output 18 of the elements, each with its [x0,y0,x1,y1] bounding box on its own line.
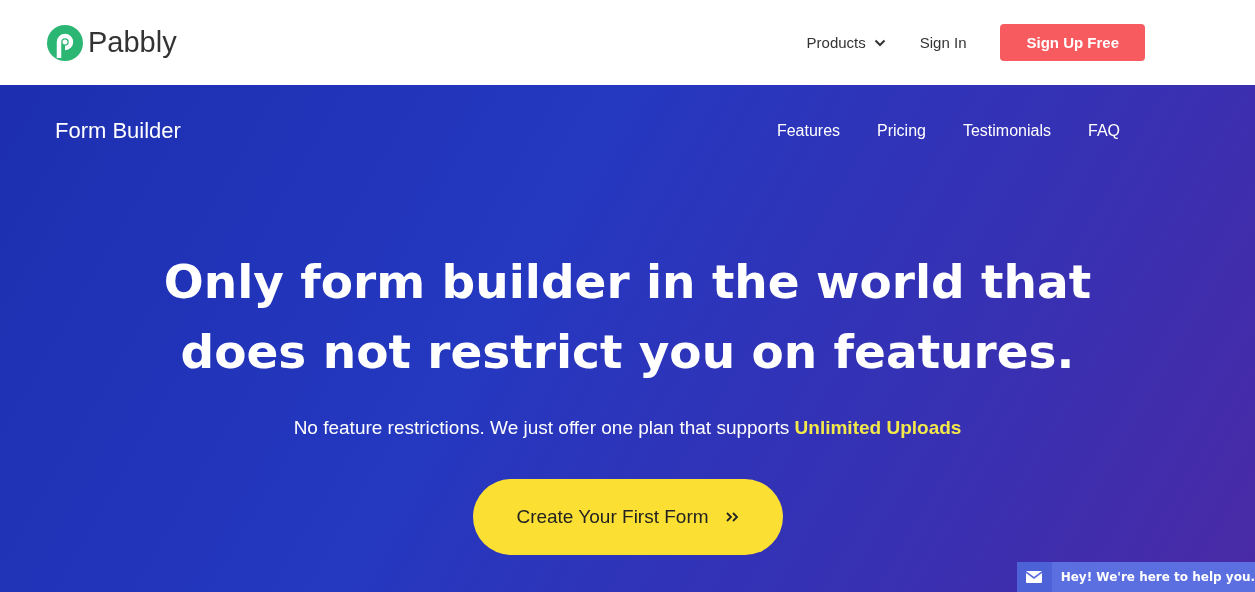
create-form-button[interactable]: Create Your First Form [472,479,783,555]
sign-in-link[interactable]: Sign In [919,34,967,51]
product-name[interactable]: Form Builder [55,118,181,144]
nav-link[interactable]: Pricing [877,122,926,140]
chat-text: Hey! We're here to help you. [1059,570,1255,584]
subtitle: No feature restrictions. We just offer one plan that supports Unlimited Uploads [293,417,962,439]
chevron-down-icon [873,38,886,47]
products-dropdown[interactable]: Products [806,34,886,51]
logo-icon [46,23,84,62]
headline: Only form builder in the world that [163,253,1092,311]
headline: does not restrict you on features. [180,323,1075,381]
double-chevron-icon [724,511,739,523]
envelope-icon [1026,571,1043,583]
chat-widget[interactable]: Hey! We're here to help you. [1017,562,1255,592]
logo-text[interactable]: Pabbly [88,26,177,59]
nav-link[interactable]: Features [776,122,841,140]
nav-link[interactable]: Testimonials [962,122,1051,140]
nav-link[interactable]: FAQ [1088,122,1120,140]
